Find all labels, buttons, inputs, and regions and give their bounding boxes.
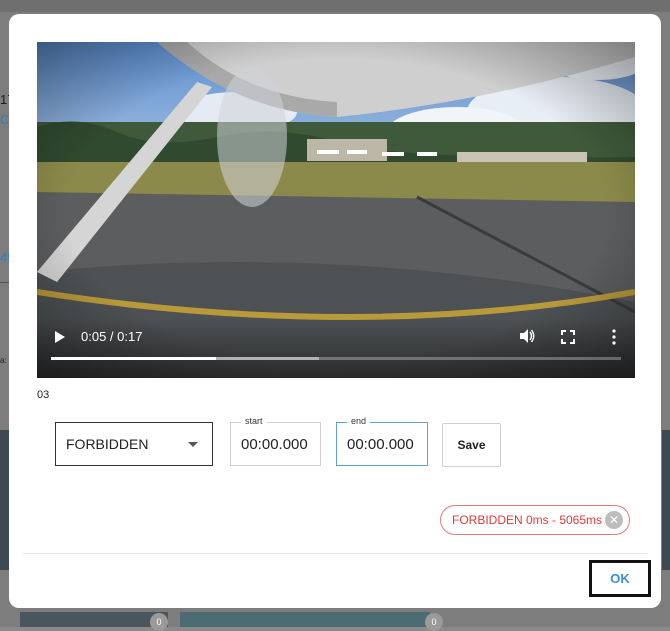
video-controls: 0:05 / 0:17 <box>37 318 635 378</box>
label-select[interactable]: FORBIDDEN <box>55 422 213 466</box>
segment-chip-label: FORBIDDEN 0ms - 5065ms <box>452 513 603 527</box>
segment-chip: FORBIDDEN 0ms - 5065ms ✕ <box>440 505 630 535</box>
fullscreen-icon[interactable] <box>561 330 575 344</box>
end-time-field[interactable]: end 00:00.000 <box>336 416 428 466</box>
background-badge: 0 <box>150 613 168 631</box>
clip-name: 03 <box>37 389 50 401</box>
save-button[interactable]: Save <box>442 423 501 467</box>
background-label: a: <box>0 356 7 365</box>
ok-button[interactable]: OK <box>589 560 651 597</box>
start-time-value: 00:00.000 <box>241 436 308 453</box>
video-time: 0:05 / 0:17 <box>81 329 143 344</box>
background-badge: 0 <box>425 613 443 631</box>
played-bar <box>51 357 217 360</box>
close-circle-icon[interactable]: ✕ <box>605 511 623 529</box>
background-thumbnail <box>180 612 430 627</box>
video-progress-bar[interactable] <box>51 357 621 360</box>
video-segment-modal: 0:05 / 0:17 03 FORBIDDEN start 00:00.000 <box>9 14 661 608</box>
end-time-label: end <box>347 416 371 426</box>
more-vertical-icon[interactable] <box>611 329 617 345</box>
volume-icon[interactable] <box>519 328 535 344</box>
chevron-down-icon <box>188 442 198 447</box>
background-header <box>0 0 670 12</box>
background-link: C <box>0 112 10 127</box>
start-time-field[interactable]: start 00:00.000 <box>230 416 321 466</box>
label-select-value: FORBIDDEN <box>66 436 149 452</box>
footer-divider <box>23 553 647 554</box>
background-thumbnail <box>662 430 670 570</box>
video-player[interactable]: 0:05 / 0:17 <box>37 42 635 378</box>
start-time-label: start <box>241 416 267 426</box>
background-thumbnail <box>20 612 168 627</box>
end-time-value: 00:00.000 <box>347 436 414 453</box>
play-icon[interactable] <box>51 329 67 345</box>
